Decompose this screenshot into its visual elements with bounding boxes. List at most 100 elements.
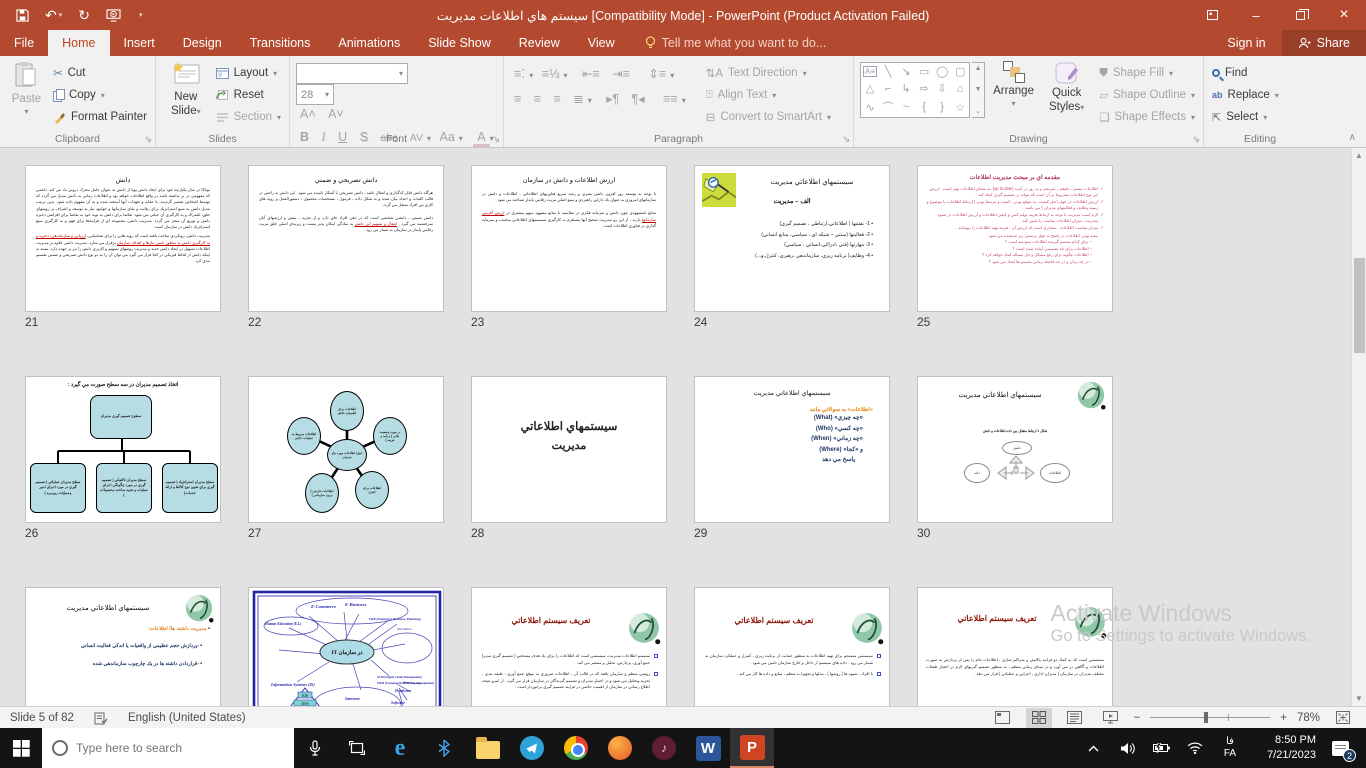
vertical-scrollbar[interactable]: ▲ ▼: [1351, 148, 1366, 706]
dropdown-icon: ▾: [1169, 69, 1173, 78]
volume-icon[interactable]: [1112, 728, 1142, 768]
clock-date: 7/21/2023: [1250, 748, 1316, 763]
taskbar-search[interactable]: [42, 728, 294, 768]
arrange-button[interactable]: Arrange ▾: [985, 59, 1042, 108]
replace-button[interactable]: abReplace▾: [1208, 84, 1283, 106]
zoom-slider[interactable]: [1150, 717, 1270, 718]
file-explorer-icon[interactable]: [466, 728, 510, 768]
reading-view-button[interactable]: [1062, 708, 1088, 728]
curve-shape-icon: ~: [903, 101, 909, 113]
task-view-button[interactable]: [336, 728, 378, 768]
slide-thumbnail[interactable]: مقدمه اي بر مبحث مديريت اطلاعات ✓اطلاعات…: [917, 165, 1113, 312]
slide-thumbnail[interactable]: سيستمهاي اطلاعاتي مديريت «اطلاعات» به سو…: [694, 376, 890, 523]
dropdown-icon: ▾: [1191, 113, 1195, 122]
share-button[interactable]: Share: [1282, 30, 1366, 56]
start-button[interactable]: [0, 728, 42, 768]
slide-text: و «كجا» (Where): [695, 445, 889, 456]
ribbon-display-options-button[interactable]: [1190, 0, 1234, 30]
zoom-percentage[interactable]: 78%: [1297, 712, 1320, 724]
spell-check-icon[interactable]: [94, 711, 108, 725]
start-from-beginning-button[interactable]: [106, 9, 121, 22]
search-input[interactable]: [76, 741, 256, 755]
reset-button[interactable]: Reset: [212, 84, 285, 106]
language-indicator[interactable]: English (United States): [128, 712, 246, 724]
slide-thumbnail[interactable]: سيستمهاي اطلاعاتي مديريت شكل 1 ارتباط مت…: [917, 376, 1113, 523]
sign-in-button[interactable]: Sign in: [1211, 30, 1281, 56]
select-button[interactable]: ⇱Select▾: [1208, 106, 1283, 128]
slide-thumbnail[interactable]: اطلاعات براي اطمينان خاطر در مورد وضعيت …: [248, 376, 444, 523]
slide-sorter-view-button[interactable]: [1026, 708, 1052, 728]
diagram-oval: اطلاعات: [1040, 463, 1070, 483]
tab-design[interactable]: Design: [169, 30, 236, 56]
tab-home[interactable]: Home: [48, 30, 109, 56]
copy-button[interactable]: Copy▾: [49, 84, 151, 106]
tab-file[interactable]: File: [0, 30, 48, 56]
find-button[interactable]: Find: [1208, 62, 1283, 84]
scroll-down-icon[interactable]: ▼: [1355, 694, 1363, 703]
scrollbar-thumb[interactable]: [1354, 258, 1365, 353]
tab-review[interactable]: Review: [505, 30, 574, 56]
customize-qat-button[interactable]: ▾: [137, 12, 143, 19]
shapes-gallery[interactable]: A≡ ╲ ↘ ▭ ◯ ▢ △ ⌐ ↳ ⇨ ⇩ ⌂ ∿ ⌒ ~ { } ☆: [860, 62, 970, 118]
battery-icon[interactable]: [1146, 728, 1176, 768]
quick-access-toolbar: ↶▾ ↻ ▾: [16, 8, 143, 22]
quick-styles-button[interactable]: Quick Styles▾: [1042, 59, 1091, 113]
slide-thumbnail[interactable]: سيستمهاي اطلاعاتي مديريت: [471, 376, 667, 523]
ribbon-display-options-icon: [1207, 10, 1218, 20]
slide-thumbnail[interactable]: اتخاذ تصميم مديران در سه سطح صورت مي گير…: [25, 376, 221, 523]
powerpoint-icon[interactable]: P: [730, 728, 774, 768]
redo-button[interactable]: ↻: [78, 8, 90, 22]
slide-thumbnail[interactable]: تعريف سيستم اطلاعاتي سيستمي منسجم براي ت…: [694, 587, 890, 706]
slide-thumbnail[interactable]: دانش تصريحي و ضمني هرگاه دانش قابل كدگذا…: [248, 165, 444, 312]
undo-button[interactable]: ↶▾: [45, 8, 62, 22]
format-painter-button[interactable]: Format Painter: [49, 106, 151, 128]
wifi-icon[interactable]: [1180, 728, 1210, 768]
restore-button[interactable]: [1278, 0, 1322, 30]
zoom-out-button[interactable]: −: [1134, 712, 1141, 724]
slide-bullet: • -قراردادن داشته ها در يك چارچوب سازمان…: [26, 660, 220, 670]
powerpoint-window: ↶▾ ↻ ▾ سيستم هاي اطلاعات مديريت [Compati…: [0, 0, 1366, 768]
slide-thumbnail[interactable]: IT در سازمان E-Commerce E-Business Human…: [248, 587, 444, 706]
down-arrow-shape-icon: ⇩: [938, 82, 947, 95]
collapse-ribbon-icon[interactable]: ∧: [1349, 132, 1356, 143]
language-switcher[interactable]: فا FA: [1214, 736, 1246, 761]
slide-thumbnail[interactable]: سيستمهاي اطلاعاتي مديريت • مديريت داشته …: [25, 587, 221, 706]
zoom-slider-handle[interactable]: [1204, 712, 1208, 723]
telegram-icon[interactable]: [510, 728, 554, 768]
zoom-in-button[interactable]: +: [1280, 712, 1287, 724]
tab-transitions[interactable]: Transitions: [236, 30, 325, 56]
cut-button[interactable]: ✂Cut: [49, 62, 151, 84]
slide-thumbnail[interactable]: تعريف سيستم اطلاعاتي سيستمي است كه به كم…: [917, 587, 1113, 706]
new-slide-button[interactable]: New Slide▾: [160, 59, 212, 117]
chrome-icon[interactable]: [554, 728, 598, 768]
slide-thumbnail[interactable]: ارزش اطلاعات و دانش در سازمان با توجه به…: [471, 165, 667, 312]
scroll-up-icon[interactable]: ▲: [1355, 151, 1363, 160]
slide-show-view-button[interactable]: [1098, 708, 1124, 728]
microphone-icon[interactable]: [294, 728, 336, 768]
action-center-button[interactable]: 2: [1320, 728, 1360, 768]
hidden-icons-chevron[interactable]: [1078, 728, 1108, 768]
tab-animations[interactable]: Animations: [324, 30, 414, 56]
bluetooth-icon[interactable]: [422, 728, 466, 768]
close-button[interactable]: ×: [1322, 0, 1366, 30]
tab-insert[interactable]: Insert: [110, 30, 169, 56]
edge-icon[interactable]: e: [378, 728, 422, 768]
save-icon[interactable]: [16, 9, 29, 22]
word-icon[interactable]: W: [686, 728, 730, 768]
taskbar-clock[interactable]: 8:50 PM 7/21/2023: [1250, 733, 1316, 763]
slide-thumbnail[interactable]: دانش نوناكا در مدل يكپارچه خود براي ايجا…: [25, 165, 221, 312]
shapes-gallery-scrollbar[interactable]: ▲ ▼ ⌄: [972, 62, 985, 118]
layout-button[interactable]: Layout▾: [212, 62, 285, 84]
tell-me-box[interactable]: Tell me what you want to do...: [629, 30, 843, 56]
fit-slide-to-window-button[interactable]: [1330, 708, 1356, 728]
orange-app-icon[interactable]: [598, 728, 642, 768]
tab-view[interactable]: View: [574, 30, 629, 56]
slide-thumbnail[interactable]: تعريف سيستم اطلاعاتي سيستم اطلاعات مديري…: [471, 587, 667, 706]
tab-slide-show[interactable]: Slide Show: [414, 30, 505, 56]
slide-thumbnail[interactable]: سيستمهاي اطلاعاتي مديريت الف – مديريت • …: [694, 165, 890, 312]
normal-view-button[interactable]: [990, 708, 1016, 728]
minimize-button[interactable]: –: [1234, 0, 1278, 30]
media-player-icon[interactable]: ♪: [642, 728, 686, 768]
cortana-icon: [52, 740, 68, 756]
company-logo-icon: [1074, 606, 1108, 640]
